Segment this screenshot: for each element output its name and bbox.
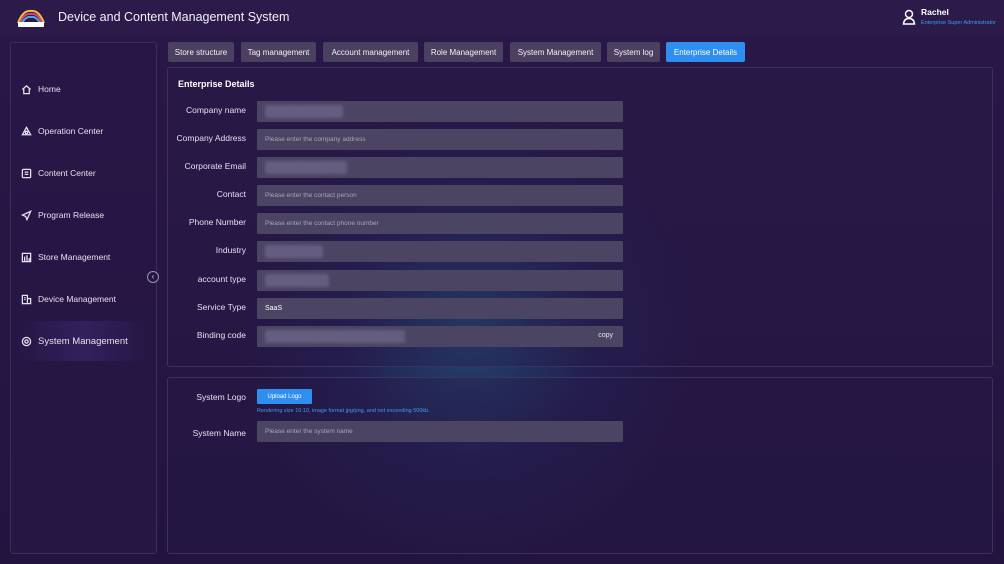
sidebar-item-store-management[interactable]: Store Management (11, 237, 156, 277)
sidebar-item-operation-center[interactable]: Operation Center (11, 111, 156, 151)
system-logo-label: System Logo (196, 392, 246, 402)
industry-field[interactable] (257, 241, 623, 262)
tab-store-structure[interactable]: Store structure (168, 42, 234, 62)
tab-account-management[interactable]: Account management (323, 42, 418, 62)
tab-enterprise-details[interactable]: Enterprise Details (666, 42, 745, 62)
service-type-field[interactable]: SaaS (257, 298, 623, 319)
top-bar: Device and Content Management System Rac… (0, 0, 1004, 36)
contact-field[interactable]: Please enter the contact person (257, 185, 623, 206)
gear-icon (21, 336, 32, 346)
contact-label: Contact (216, 189, 246, 199)
content-icon (21, 168, 32, 178)
home-icon (21, 84, 32, 94)
device-icon (21, 294, 32, 304)
account-type-field[interactable] (257, 270, 623, 291)
tab-system-log[interactable]: System log (607, 42, 660, 62)
phone-number-label: Phone Number (188, 217, 246, 227)
service-type-label: Service Type (197, 302, 246, 312)
company-name-label: Company name (185, 105, 246, 115)
binding-code-field[interactable]: copy (257, 326, 623, 347)
sidebar: Home Operation Center Content Center Pro… (10, 42, 157, 554)
user-icon[interactable] (902, 9, 916, 25)
brand-logo (14, 5, 48, 30)
sidebar-item-label: Home (38, 84, 61, 94)
redacted-value (265, 274, 329, 287)
store-icon (21, 252, 32, 262)
operation-icon (21, 125, 32, 135)
system-name-label: System Name (192, 428, 246, 438)
sidebar-item-home[interactable]: Home (11, 69, 156, 109)
app-title: Device and Content Management System (58, 10, 290, 24)
enterprise-details-panel: Enterprise Details Company name Company … (167, 67, 993, 367)
sidebar-item-label: System Management (38, 335, 128, 347)
send-icon (21, 209, 32, 221)
company-address-field[interactable]: Please enter the company address (257, 129, 623, 150)
sidebar-item-label: Store Management (38, 252, 111, 262)
industry-label: Industry (215, 245, 246, 255)
sidebar-item-label: Program Release (38, 210, 105, 220)
sidebar-item-label: Operation Center (38, 126, 104, 136)
panel-title: Enterprise Details (178, 79, 255, 89)
redacted-value (265, 245, 323, 258)
tab-tag-management[interactable]: Tag management (241, 42, 316, 62)
sidebar-item-label: Content Center (38, 168, 96, 178)
upload-hint: Rendering size 16:10, image format jpg/p… (257, 408, 430, 414)
binding-code-label: Binding code (196, 330, 246, 340)
redacted-value (265, 161, 347, 174)
sidebar-item-content-center[interactable]: Content Center (11, 153, 156, 193)
phone-number-field[interactable]: Please enter the contact phone number (257, 213, 623, 234)
sidebar-item-system-management[interactable]: System Management (11, 321, 156, 361)
system-name-field[interactable]: Please enter the system name (257, 421, 623, 442)
collapse-sidebar-button[interactable]: ‹ (147, 271, 159, 283)
account-type-label: account type (197, 274, 246, 284)
redacted-value (265, 330, 405, 343)
user-name[interactable]: Rachel (921, 7, 949, 17)
corporate-email-field[interactable] (257, 157, 623, 178)
user-role: Enterprise Super Administrator (921, 20, 996, 26)
sidebar-item-program-release[interactable]: Program Release (11, 195, 156, 235)
system-logo-panel: System Logo Upload Logo Rendering size 1… (167, 377, 993, 554)
corporate-email-label: Corporate Email (184, 161, 246, 171)
company-address-label: Company Address (176, 133, 246, 143)
company-name-field[interactable] (257, 101, 623, 122)
sidebar-item-label: Device Management (38, 294, 116, 304)
tab-system-management[interactable]: System Management (510, 42, 601, 62)
copy-button[interactable]: copy (598, 332, 613, 339)
redacted-value (265, 105, 343, 118)
sidebar-item-device-management[interactable]: Device Management (11, 279, 156, 319)
upload-logo-button[interactable]: Upload Logo (257, 389, 312, 404)
tab-role-management[interactable]: Role Management (424, 42, 503, 62)
